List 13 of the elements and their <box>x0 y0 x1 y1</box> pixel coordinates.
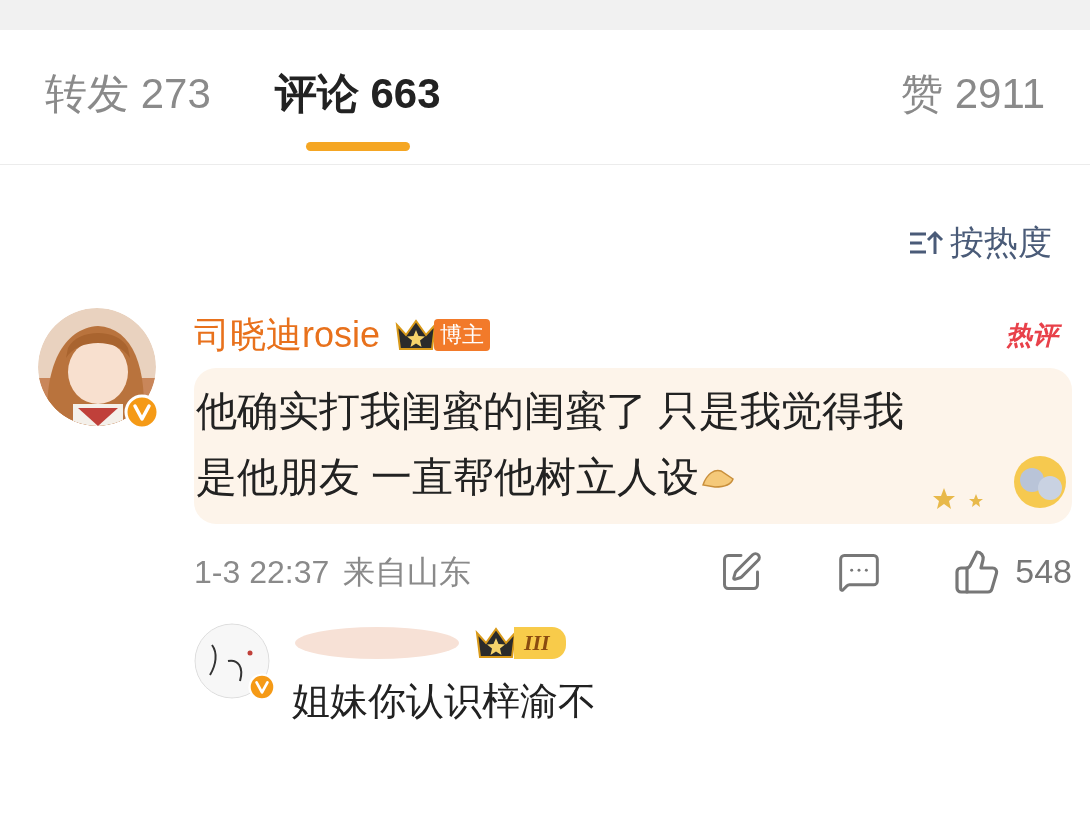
comment-text-line: 是他朋友 一直帮他树立人设 <box>196 453 700 502</box>
tab[interactable]: 转发 273 <box>45 68 211 120</box>
comment-location: 来自山东 <box>343 552 472 592</box>
sort-button[interactable]: 按热度 <box>950 217 1052 268</box>
author-name[interactable]: 司晓迪rosie <box>194 308 381 362</box>
tab[interactable]: 赞 2911 <box>901 68 1045 120</box>
tab[interactable]: 评论 663 <box>274 68 441 151</box>
comment-text-line: 他确实打我闺蜜的闺蜜了 只是我觉得我 <box>196 387 905 436</box>
reply-text: 姐妹你认识梓渝不 <box>292 679 596 724</box>
comment-time: 1-3 22:37 <box>194 552 330 592</box>
level-badge: III <box>514 627 566 659</box>
like-count: 548 <box>1015 551 1072 592</box>
blogger-badge: 博主 <box>434 319 491 351</box>
